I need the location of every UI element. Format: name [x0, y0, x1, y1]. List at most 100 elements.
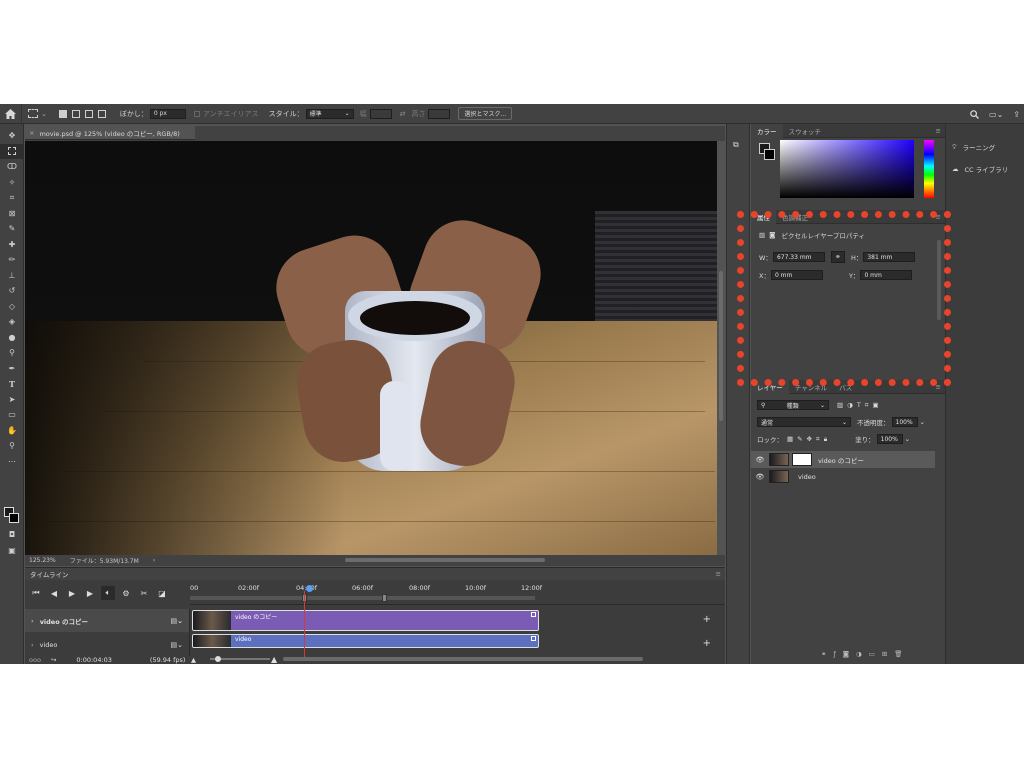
convert-icon[interactable]: ↪	[51, 656, 56, 664]
search-icon[interactable]	[970, 109, 979, 119]
timeline-scrollbar[interactable]	[283, 657, 643, 661]
properties-scrollbar[interactable]	[937, 240, 941, 320]
marquee-tool-icon[interactable]	[0, 143, 24, 159]
layer-filter-icons[interactable]: ▨◑T⌗▣	[837, 401, 883, 410]
lock-icons[interactable]: ▦✎✥⌗🔒︎	[787, 435, 831, 444]
paint-bucket-tool-icon[interactable]: ◈	[0, 314, 24, 330]
tab-channels[interactable]: チャンネル	[789, 380, 833, 394]
zoom-out-icon[interactable]: ▲	[191, 656, 196, 664]
tab-properties[interactable]: 属性	[751, 209, 776, 224]
zoom-level[interactable]: 125.23%	[29, 557, 56, 564]
tab-paths[interactable]: パス	[833, 380, 858, 394]
workspace-icon[interactable]: ▭⌄	[989, 110, 1003, 119]
render-icon[interactable]: ooo	[29, 656, 41, 664]
height-input[interactable]	[428, 108, 451, 119]
width-field[interactable]: 677.33 mm	[772, 252, 825, 262]
chevron-down-icon[interactable]: ⌄	[920, 418, 925, 426]
width-input[interactable]	[369, 108, 392, 119]
layer-row[interactable]: 👁︎ video	[751, 468, 935, 485]
path-select-tool-icon[interactable]: ➤	[0, 392, 24, 408]
film-strip-icon[interactable]: ▤⌄	[171, 617, 183, 625]
opacity-field[interactable]: 100%	[891, 417, 918, 427]
color-background-swatch[interactable]	[764, 149, 775, 160]
tab-layers[interactable]: レイヤー	[751, 379, 789, 394]
tab-adjustments[interactable]: 色調補正	[776, 210, 814, 224]
clone-stamp-tool-icon[interactable]: ⊥	[0, 268, 24, 284]
eyedropper-tool-icon[interactable]: ✎	[0, 221, 24, 237]
color-picker-field[interactable]	[780, 140, 914, 198]
canvas-vertical-scrollbar[interactable]	[717, 141, 725, 555]
add-media-icon[interactable]: +	[703, 614, 711, 625]
panel-menu-icon[interactable]: ≡	[936, 383, 941, 391]
frame-tool-icon[interactable]: ⊠	[0, 206, 24, 222]
add-media-icon[interactable]: +	[703, 638, 711, 649]
panel-menu-icon[interactable]: ≡	[936, 127, 941, 135]
feather-input[interactable]: 0 px	[149, 108, 186, 119]
settings-gear-icon[interactable]: ⚙	[119, 586, 133, 600]
x-field[interactable]: 0 mm	[770, 270, 823, 280]
dodge-tool-icon[interactable]: ⚲	[0, 345, 24, 361]
cc-libraries-button[interactable]: ☁︎ CC ライブラリ	[946, 158, 1024, 180]
document-tab[interactable]: × movie.psd @ 125% (video のコピー, RGB/8)	[25, 126, 195, 140]
history-panel-icon[interactable]: ⧉	[733, 140, 749, 150]
close-icon[interactable]: ×	[29, 129, 34, 137]
select-and-mask-button[interactable]: 選択とマスク...	[458, 107, 513, 120]
rectangle-tool-icon[interactable]: ▭	[0, 407, 24, 423]
audio-icon[interactable]: 🔈︎	[101, 586, 115, 600]
magic-wand-tool-icon[interactable]: ✧	[0, 175, 24, 191]
video-clip[interactable]: video のコピー	[192, 610, 539, 631]
crop-tool-icon[interactable]: ⌗	[0, 190, 24, 206]
marquee-preset-picker[interactable]: ⌄	[28, 109, 47, 118]
timeline-ruler[interactable]: 00 02:00f 04:00f 06:00f 08:00f 10:00f 12…	[190, 581, 725, 605]
intersect-selection-icon[interactable]	[97, 109, 106, 118]
share-icon[interactable]: ⇪	[1013, 110, 1020, 119]
work-area-bar[interactable]	[190, 594, 535, 602]
scrollbar-thumb[interactable]	[719, 271, 723, 421]
split-scissors-icon[interactable]: ✂	[137, 586, 151, 600]
visibility-eye-icon[interactable]: 👁︎	[751, 456, 769, 464]
link-icon[interactable]: ⚭	[830, 251, 845, 263]
timeline-track[interactable]: › video のコピー ▤⌄ video のコピー +	[25, 609, 725, 633]
history-brush-tool-icon[interactable]: ↺	[0, 283, 24, 299]
chevron-down-icon[interactable]: ⌄	[905, 435, 910, 443]
next-frame-icon[interactable]: ▶︎	[83, 586, 97, 600]
height-field[interactable]: 381 mm	[863, 252, 916, 262]
chevron-right-icon[interactable]: ›	[31, 641, 34, 649]
move-tool-icon[interactable]: ✥	[0, 128, 24, 144]
layer-row[interactable]: 👁︎ video のコピー	[751, 451, 935, 468]
tab-color[interactable]: カラー	[751, 123, 783, 138]
swap-icon[interactable]: ⇄	[400, 110, 406, 118]
playhead-handle[interactable]	[306, 585, 313, 592]
tab-swatches[interactable]: スウォッチ	[783, 124, 828, 138]
document-canvas[interactable]	[25, 141, 717, 555]
clip-end-icon[interactable]	[531, 612, 536, 617]
y-field[interactable]: 0 mm	[860, 270, 913, 280]
film-strip-icon[interactable]: ▤⌄	[171, 641, 183, 649]
more-tools-icon[interactable]: ⋯	[0, 454, 24, 470]
play-icon[interactable]: ▶	[65, 586, 79, 600]
new-selection-icon[interactable]	[58, 109, 67, 118]
lasso-tool-icon[interactable]: ↀ	[0, 159, 24, 175]
blur-tool-icon[interactable]: ●	[0, 330, 24, 346]
antialias-checkbox[interactable]	[193, 110, 200, 117]
brush-tool-icon[interactable]: ✏	[0, 252, 24, 268]
quick-mask-icon[interactable]: ◘	[0, 527, 24, 543]
layer-filter-select[interactable]: ⚲ 種類 ⌄	[757, 400, 829, 410]
transition-icon[interactable]: ◪	[155, 586, 169, 600]
timeline-zoom-knob[interactable]	[215, 656, 221, 662]
track-header[interactable]: › video のコピー ▤⌄	[25, 609, 190, 632]
learn-panel-button[interactable]: 💡︎ ラーニング	[946, 136, 1024, 158]
chevron-right-icon[interactable]: ›	[153, 557, 155, 564]
fill-field[interactable]: 100%	[876, 434, 903, 444]
zoom-in-icon[interactable]: ▲	[271, 655, 277, 664]
first-frame-icon[interactable]: ⏮	[29, 586, 43, 600]
background-color-swatch[interactable]	[9, 513, 19, 523]
layers-footer-icons[interactable]: ⚭ƒ◙◑▭⊞🗑︎	[821, 650, 910, 658]
visibility-eye-icon[interactable]: 👁︎	[751, 473, 769, 481]
subtract-selection-icon[interactable]	[84, 109, 93, 118]
layer-mask-thumbnail[interactable]	[792, 453, 812, 466]
track-header[interactable]: › video ▤⌄	[25, 633, 190, 656]
video-clip[interactable]: video	[192, 634, 539, 648]
hand-tool-icon[interactable]: ✋	[0, 423, 24, 439]
zoom-tool-icon[interactable]: ⚲	[0, 438, 24, 454]
